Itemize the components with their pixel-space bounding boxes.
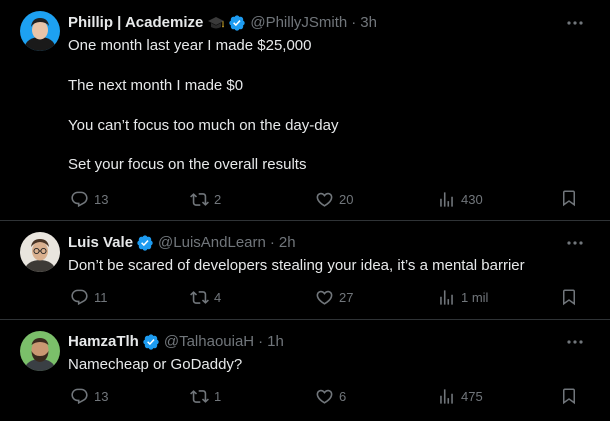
graduation-cap-icon xyxy=(208,17,225,29)
timeline-feed: Phillip | Academize @PhillyJSmith · 3h O… xyxy=(0,0,610,421)
views-chart-icon xyxy=(440,388,453,404)
display-name[interactable]: HamzaTlh xyxy=(68,332,139,352)
tweet-text-line: Namecheap or GoDaddy? xyxy=(68,356,243,373)
tweet[interactable]: Phillip | Academize @PhillyJSmith · 3h O… xyxy=(0,0,610,221)
separator-dot: · xyxy=(269,234,275,251)
like-button[interactable]: 20 xyxy=(315,189,353,209)
repost-count: 1 xyxy=(214,388,222,404)
tweet-text-line: You can’t focus too much on the day-day xyxy=(68,117,339,134)
tweet-header: Phillip | Academize @PhillyJSmith · 3h xyxy=(68,13,550,33)
heart-icon xyxy=(316,290,333,305)
bookmark-icon[interactable] xyxy=(560,189,578,207)
views-count: 1 mil xyxy=(461,289,489,305)
repost-button[interactable]: 4 xyxy=(190,287,221,307)
tweet-text-line: Don’t be scared of developers stealing y… xyxy=(68,257,525,274)
avatar[interactable] xyxy=(20,232,60,272)
timestamp[interactable]: 3h xyxy=(360,13,377,33)
repost-count: 2 xyxy=(214,191,222,207)
reply-icon xyxy=(71,191,88,207)
avatar-dark-hair-person-icon xyxy=(20,11,60,51)
separator-dot: · xyxy=(258,333,264,350)
bookmark-icon[interactable] xyxy=(560,288,578,306)
verified-badge-icon xyxy=(137,235,153,251)
reply-button[interactable]: 13 xyxy=(70,386,108,406)
tweet-text-line: One month last year I made $25,000 xyxy=(68,37,312,54)
heart-icon xyxy=(316,192,333,207)
tweet-header: Luis Vale @LuisAndLearn · 2h xyxy=(68,233,550,253)
repost-count: 4 xyxy=(214,289,222,305)
more-options-icon[interactable] xyxy=(566,14,584,32)
repost-icon xyxy=(190,192,209,206)
repost-icon xyxy=(190,389,209,403)
views-button[interactable]: 430 xyxy=(437,189,483,209)
reply-count: 11 xyxy=(94,289,108,305)
tweet-text-line: Set your focus on the overall results xyxy=(68,156,307,173)
reply-count: 13 xyxy=(94,388,109,404)
avatar-glasses-person-icon xyxy=(20,232,60,272)
tweet-text-line: The next month I made $0 xyxy=(68,77,244,94)
views-button[interactable]: 475 xyxy=(437,386,483,406)
avatar[interactable] xyxy=(20,11,60,51)
repost-icon xyxy=(190,290,209,304)
like-button[interactable]: 27 xyxy=(315,287,353,307)
display-name[interactable]: Phillip | Academize xyxy=(68,13,203,33)
timestamp[interactable]: 1h xyxy=(267,332,284,352)
reply-button[interactable]: 11 xyxy=(70,287,108,307)
views-count: 475 xyxy=(461,388,483,404)
tweet-header: HamzaTlh @TalhaouiaH · 1h xyxy=(68,332,550,352)
user-handle[interactable]: @TalhaouiaH xyxy=(164,332,254,352)
heart-icon xyxy=(316,389,333,404)
repost-button[interactable]: 2 xyxy=(190,189,221,209)
more-options-icon[interactable] xyxy=(566,333,584,351)
views-count: 430 xyxy=(461,191,483,207)
more-options-icon[interactable] xyxy=(566,234,584,252)
avatar[interactable] xyxy=(20,331,60,371)
verified-badge-icon xyxy=(229,15,246,31)
repost-button[interactable]: 1 xyxy=(190,386,221,406)
views-button[interactable]: 1 mil xyxy=(437,287,488,307)
like-count: 6 xyxy=(339,388,347,404)
reply-button[interactable]: 13 xyxy=(70,189,108,209)
like-count: 27 xyxy=(339,289,354,305)
user-handle[interactable]: @LuisAndLearn xyxy=(158,233,266,253)
like-button[interactable]: 6 xyxy=(315,386,346,406)
reply-icon xyxy=(71,289,88,305)
user-handle[interactable]: @PhillyJSmith xyxy=(250,13,347,33)
tweet[interactable]: Luis Vale @LuisAndLearn · 2h Don’t be sc… xyxy=(0,221,610,320)
reply-icon xyxy=(71,388,88,404)
timestamp[interactable]: 2h xyxy=(279,233,296,253)
views-chart-icon xyxy=(440,191,453,207)
reply-count: 13 xyxy=(94,191,109,207)
tweet[interactable]: HamzaTlh @TalhaouiaH · 1h Namecheap or G… xyxy=(0,320,610,421)
display-name[interactable]: Luis Vale xyxy=(68,233,133,253)
bookmark-icon[interactable] xyxy=(560,387,578,405)
views-chart-icon xyxy=(440,289,453,305)
like-count: 20 xyxy=(339,191,354,207)
avatar-bearded-person-icon xyxy=(20,331,60,371)
verified-badge-icon xyxy=(143,334,159,350)
separator-dot: · xyxy=(351,14,357,31)
